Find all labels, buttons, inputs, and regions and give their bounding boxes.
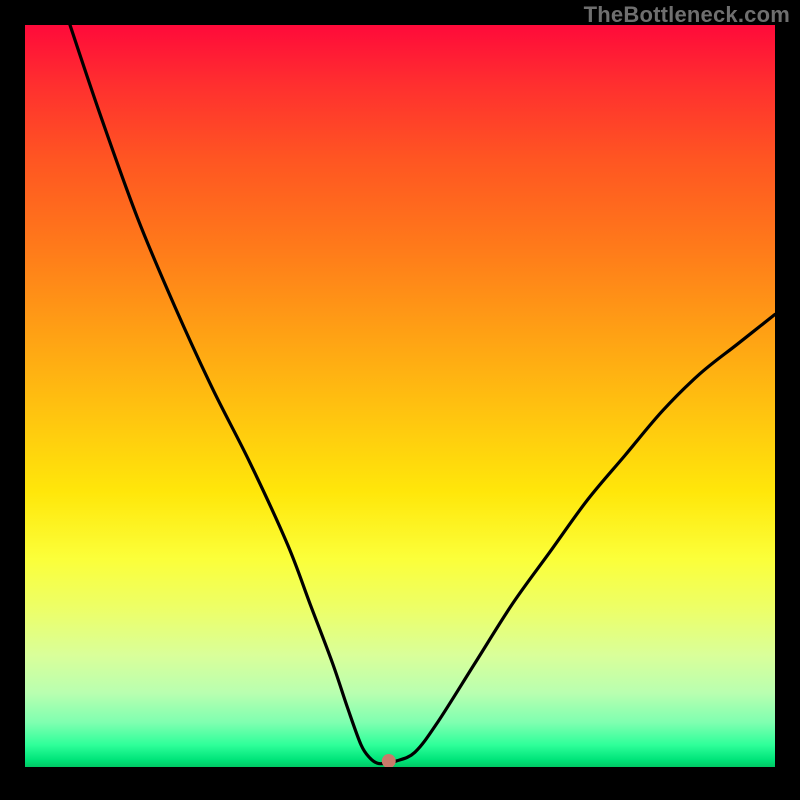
marker-dot bbox=[382, 754, 396, 767]
chart-frame: TheBottleneck.com bbox=[0, 0, 800, 800]
curve-svg bbox=[25, 25, 775, 767]
plot-area bbox=[25, 25, 775, 767]
bottleneck-curve bbox=[70, 25, 775, 764]
watermark-label: TheBottleneck.com bbox=[584, 2, 790, 28]
